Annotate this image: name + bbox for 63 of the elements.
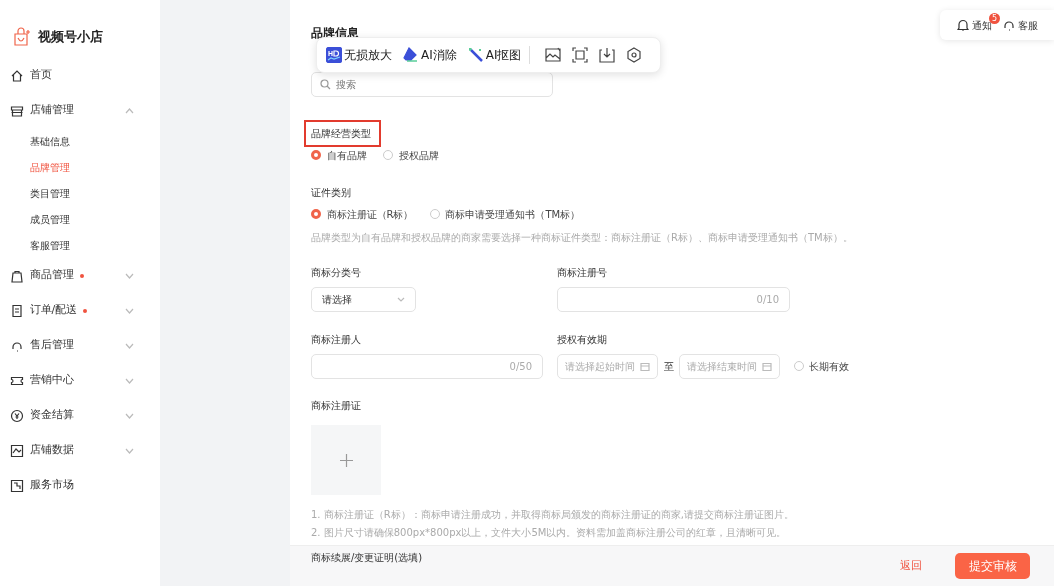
download-icon: [598, 47, 615, 63]
nav-item[interactable]: 售后管理: [0, 328, 160, 363]
headset-icon: [1003, 19, 1015, 31]
toolbar-button[interactable]: AI抠图: [467, 46, 522, 64]
nav-item[interactable]: 首页: [0, 58, 160, 93]
radio-option[interactable]: 商标注册证（R标）: [311, 206, 414, 222]
header-button[interactable]: 客服: [1003, 17, 1038, 33]
toolbar-icon-button[interactable]: [598, 47, 615, 63]
radio-option[interactable]: 授权品牌: [383, 147, 439, 163]
chevron-icon: [397, 296, 405, 302]
field-label: 商标续展/变更证明(选填): [311, 551, 423, 566]
nav-subitem[interactable]: 类目管理: [0, 180, 160, 206]
nav-item[interactable]: 店铺数据: [0, 433, 160, 468]
field-label: 授权有效期: [557, 332, 607, 347]
home-icon: [10, 68, 24, 83]
calendar-icon: [640, 361, 650, 371]
select-field[interactable]: 请选择: [311, 286, 416, 312]
search-field[interactable]: 搜索: [311, 71, 553, 97]
image-icon: [544, 47, 561, 63]
nav-item[interactable]: 服务市场: [0, 468, 160, 503]
header-button[interactable]: 通知: [957, 17, 992, 33]
field-label: 证件类别: [311, 185, 351, 200]
field-label: 商标分类号: [311, 265, 361, 280]
toolbar-icon-button[interactable]: [625, 47, 642, 63]
toolbar-icon-button[interactable]: [571, 47, 588, 63]
radio-option[interactable]: 自有品牌: [311, 147, 367, 163]
logo-text: 视频号小店: [37, 28, 103, 47]
nav-item[interactable]: 营销中心: [0, 363, 160, 398]
nav-subitem[interactable]: 客服管理: [0, 232, 160, 258]
nav-item[interactable]: 商品管理: [0, 258, 160, 293]
calendar-icon: [762, 361, 772, 371]
nav-subitem[interactable]: 成员管理: [0, 206, 160, 232]
field-label: 商标注册证: [311, 398, 361, 413]
nav-item[interactable]: 资金结算: [0, 398, 160, 433]
storefront-icon: [10, 103, 24, 118]
nav-item[interactable]: 订单/配送: [0, 293, 160, 328]
field-label: 商标注册人: [311, 332, 361, 347]
coin-icon: [10, 408, 24, 423]
bag-icon: [10, 268, 24, 283]
magic-wand-icon: [467, 47, 484, 63]
field-label: 商标注册号: [557, 265, 607, 280]
toolbar-icon-button[interactable]: [544, 47, 561, 63]
note-text: 2. 图片尺寸请确保800px*800px以上，文件大小5M以内。资料需加盖商标注册公司的红章，且清晰可见。: [311, 526, 788, 541]
nav-item[interactable]: 店铺管理: [0, 93, 160, 128]
clipboard-icon: [10, 303, 24, 318]
hexagon-icon: [625, 47, 642, 63]
shop-bag-icon: [12, 27, 32, 47]
frame-icon: [571, 47, 588, 63]
plus-icon: [339, 453, 353, 467]
search-icon: [320, 78, 331, 90]
toolbar-button[interactable]: 无损放大: [326, 46, 392, 64]
range-separator: 至: [663, 359, 674, 374]
nav-subitem[interactable]: 品牌管理: [0, 154, 160, 180]
toolbar-button[interactable]: AI消除: [403, 46, 457, 64]
hd-icon: [326, 47, 342, 63]
nav-subitem[interactable]: 基础信息: [0, 128, 160, 154]
chart-icon: [10, 443, 24, 458]
radio-option[interactable]: 长期有效: [793, 358, 850, 374]
note-text: 1. 商标注册证（R标）：商标申请注册成功，并取得商标局颁发的商标注册证的商家,请提交商标注册证图片。: [311, 508, 794, 523]
eraser-icon: [403, 47, 419, 63]
radio-option[interactable]: 商标申请受理通知书（TM标）: [429, 206, 581, 222]
bell-icon: [957, 19, 969, 31]
field-label: 品牌经营类型: [304, 119, 381, 147]
